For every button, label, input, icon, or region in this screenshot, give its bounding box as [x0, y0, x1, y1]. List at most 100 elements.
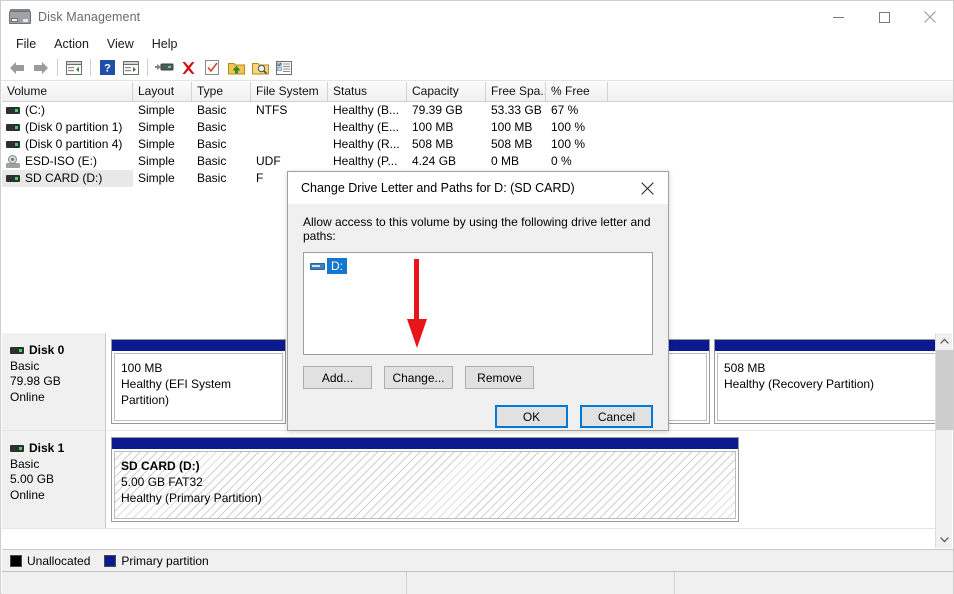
cell-layout: Simple [133, 170, 192, 187]
disk-drive-icon [9, 9, 31, 25]
table-row[interactable]: (Disk 0 partition 1)SimpleBasicHealthy (… [2, 119, 953, 136]
column-header-volume[interactable]: Volume [2, 82, 133, 102]
partition-block[interactable]: 100 MBHealthy (EFI System Partition) [111, 339, 286, 424]
volume-label: SD CARD (D:) [25, 170, 102, 187]
column-header-type[interactable]: Type [192, 82, 251, 102]
cell-capacity: 508 MB [407, 136, 486, 153]
volume-label: ESD-ISO (E:) [25, 153, 97, 170]
scroll-up-icon[interactable] [936, 333, 953, 350]
partition-capacity-bar [715, 340, 945, 351]
hdd-icon [310, 261, 325, 272]
partition-size: 508 MB [724, 360, 942, 376]
search-folder-icon[interactable] [248, 57, 272, 79]
status-pane-1 [2, 572, 407, 594]
drive-letter-list[interactable]: D: [303, 252, 653, 355]
partition-body: 508 MBHealthy (Recovery Partition) [717, 353, 943, 421]
disk-info-panel[interactable]: Disk 1Basic5.00 GBOnline [2, 431, 106, 528]
show-hide-console-tree-icon[interactable] [62, 57, 86, 79]
close-button[interactable] [907, 1, 953, 33]
rescan-disks-icon[interactable] [152, 57, 176, 79]
cell-file-system [251, 119, 328, 136]
partition-status: Healthy (EFI System Partition) [121, 376, 282, 408]
cell-volume: (C:) [2, 102, 133, 119]
hdd-icon [6, 173, 20, 184]
menu-item-view[interactable]: View [98, 35, 143, 54]
title-bar: Disk Management [1, 1, 953, 33]
table-row[interactable]: (C:)SimpleBasicNTFSHealthy (B...79.39 GB… [2, 102, 953, 119]
hdd-icon [10, 345, 24, 356]
dialog-action-buttons: Add... Change... Remove [303, 366, 653, 389]
disk-type: Basic [10, 359, 105, 375]
menu-item-help[interactable]: Help [143, 35, 187, 54]
help-icon[interactable]: ? [95, 57, 119, 79]
menu-item-file[interactable]: File [7, 35, 45, 54]
add-button[interactable]: Add... [303, 366, 372, 389]
cell-file-system: UDF [251, 153, 328, 170]
svg-text:?: ? [104, 63, 111, 75]
disk-info-panel[interactable]: Disk 0Basic79.98 GBOnline [2, 333, 106, 430]
column-header-capacity[interactable]: Capacity [407, 82, 486, 102]
column-header-status[interactable]: Status [328, 82, 407, 102]
partition-body-wrap: 508 MBHealthy (Recovery Partition) [715, 351, 945, 423]
cell-type: Basic [192, 170, 251, 187]
scroll-down-icon[interactable] [936, 531, 953, 548]
back-icon[interactable] [5, 57, 29, 79]
minimize-button[interactable] [815, 1, 861, 33]
legend-label: Primary partition [121, 554, 208, 568]
dialog-title: Change Drive Letter and Paths for D: (SD… [301, 181, 575, 195]
column-header-layout[interactable]: Layout [133, 82, 192, 102]
cell-file-system [251, 136, 328, 153]
remove-button[interactable]: Remove [465, 366, 534, 389]
hdd-icon [10, 443, 24, 454]
legend-item: Primary partition [104, 554, 208, 568]
cell-volume: ESD-ISO (E:) [2, 153, 133, 170]
partition-block[interactable]: 508 MBHealthy (Recovery Partition) [714, 339, 946, 424]
dialog-close-button[interactable] [626, 172, 668, 204]
cell-percent-free: 100 % [546, 136, 608, 153]
menu-bar: File Action View Help [1, 33, 953, 55]
check-icon[interactable] [200, 57, 224, 79]
partition-capacity-bar [112, 438, 738, 449]
table-row[interactable]: ESD-ISO (E:)SimpleBasicUDFHealthy (P...4… [2, 153, 953, 170]
disk-name: Disk 0 [10, 343, 105, 359]
cell-free-space: 53.33 GB [486, 102, 546, 119]
cell-capacity: 100 MB [407, 119, 486, 136]
volume-label: (C:) [25, 102, 45, 119]
disk-state: Online [10, 390, 105, 406]
column-header-free[interactable]: % Free [546, 82, 608, 102]
disk-name-label: Disk 0 [29, 343, 64, 359]
menu-item-action[interactable]: Action [45, 35, 98, 54]
forward-icon[interactable] [29, 57, 53, 79]
cell-status: Healthy (R... [328, 136, 407, 153]
partition-body: 100 MBHealthy (EFI System Partition) [114, 353, 283, 421]
disk-size: 79.98 GB [10, 374, 105, 390]
properties-window-icon[interactable] [119, 57, 143, 79]
legend-item: Unallocated [10, 554, 90, 568]
cell-layout: Simple [133, 102, 192, 119]
list-item[interactable]: D: [310, 258, 652, 274]
disk-row[interactable]: Disk 1Basic5.00 GBOnlineSD CARD (D:)5.00… [2, 431, 937, 529]
partition-text: 508 MBHealthy (Recovery Partition) [724, 360, 942, 392]
column-header-free-spa[interactable]: Free Spa... [486, 82, 546, 102]
status-pane-2 [407, 572, 675, 594]
partition-block[interactable]: SD CARD (D:)5.00 GB FAT32Healthy (Primar… [111, 437, 739, 522]
maximize-button[interactable] [861, 1, 907, 33]
ok-button[interactable]: OK [495, 405, 568, 428]
disk-size: 5.00 GB [10, 472, 105, 488]
cancel-button[interactable]: Cancel [580, 405, 653, 428]
cell-status: Healthy (B... [328, 102, 407, 119]
toolbar-separator [90, 59, 91, 76]
column-header-file-system[interactable]: File System [251, 82, 328, 102]
disk-state: Online [10, 488, 105, 504]
delete-icon[interactable] [176, 57, 200, 79]
cell-layout: Simple [133, 119, 192, 136]
table-row[interactable]: (Disk 0 partition 4)SimpleBasicHealthy (… [2, 136, 953, 153]
properties-list-icon[interactable] [272, 57, 296, 79]
volume-label: (Disk 0 partition 4) [25, 136, 122, 153]
change-button[interactable]: Change... [384, 366, 453, 389]
partition-body: SD CARD (D:)5.00 GB FAT32Healthy (Primar… [114, 451, 736, 519]
cell-type: Basic [192, 136, 251, 153]
partition-title: SD CARD (D:) [121, 458, 735, 474]
upload-folder-icon[interactable] [224, 57, 248, 79]
cell-capacity: 79.39 GB [407, 102, 486, 119]
